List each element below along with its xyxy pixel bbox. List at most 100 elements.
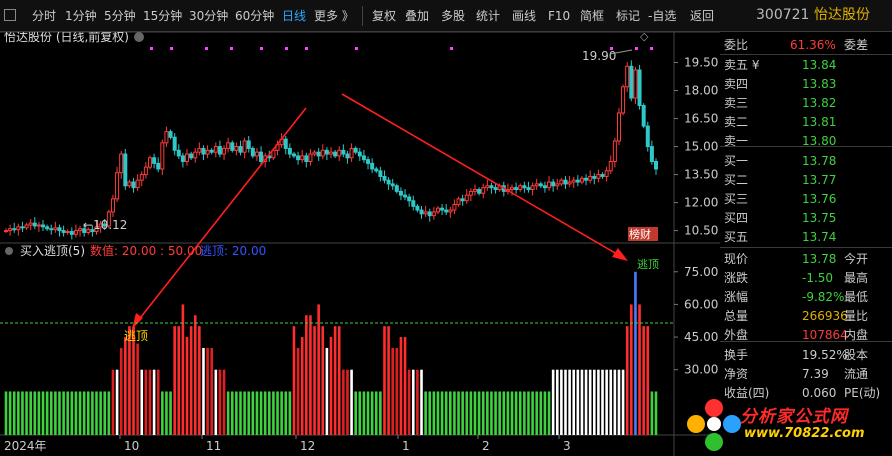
indicator-bar: [292, 326, 296, 435]
candle-body: [24, 224, 29, 229]
candle-body: [629, 65, 634, 99]
indicator-bar: [247, 391, 251, 435]
multi-stock-button[interactable]: 多股: [441, 8, 465, 24]
indicator-bar: [193, 315, 197, 435]
indicator-bar: [181, 304, 185, 435]
quote-row: 卖三 13.82: [720, 94, 892, 112]
quote-row: 买二 13.77: [720, 171, 892, 189]
quote-label-2: 最高: [844, 271, 869, 285]
candle-body: [287, 147, 292, 155]
indicator-bar: [267, 391, 271, 435]
indicator-bar: [654, 391, 658, 435]
draw-line-button[interactable]: 画线: [512, 8, 536, 24]
indicator-settings-icon[interactable]: [5, 247, 13, 255]
indicator-tick-label: 75.00: [684, 265, 718, 279]
candle-body: [353, 147, 358, 153]
candle-body: [185, 153, 190, 163]
period-tab-more[interactable]: 更多 》: [314, 8, 354, 24]
signal-dot: [150, 47, 153, 50]
indicator-bar: [494, 391, 497, 435]
candle-body: [333, 151, 338, 157]
indicator-bar: [259, 391, 263, 435]
adjust-button[interactable]: 复权: [372, 8, 396, 24]
statistics-button[interactable]: 统计: [476, 8, 500, 24]
indicator-bar: [161, 391, 164, 435]
candle-body: [616, 112, 621, 142]
period-tab-30min[interactable]: 30分钟: [189, 8, 228, 24]
signal-dot: [260, 47, 263, 50]
indicator-bar: [411, 369, 415, 435]
candle-body: [571, 179, 576, 183]
panel-settings-icon[interactable]: [134, 32, 144, 42]
candle-body: [530, 185, 535, 191]
candle-body: [259, 151, 264, 163]
candle-body: [147, 157, 152, 168]
toolbar-divider: [362, 6, 363, 26]
time-axis: 2024年 10 11 12 1 2 3: [4, 435, 571, 453]
candle-body: [123, 153, 128, 187]
period-tab-daily[interactable]: 日线: [282, 8, 306, 24]
indicator-bar: [165, 391, 168, 435]
candle-body: [242, 140, 247, 153]
indicator-bar: [305, 315, 308, 435]
period-tab-5min[interactable]: 5分钟: [104, 8, 136, 24]
indicator-bar: [99, 391, 102, 435]
indicator-bar: [103, 391, 107, 435]
indicator-bar: [37, 391, 41, 435]
indicator-bar: [49, 391, 53, 435]
divider: [720, 247, 892, 248]
quote-row: 卖二 13.81: [720, 113, 892, 131]
quote-value: 266936: [802, 309, 848, 323]
kline-chart-area[interactable]: 怡达股份 (日线,前复权) 10.5012.0013.5015.0016.501…: [0, 32, 720, 456]
indicator-bar: [309, 315, 312, 435]
indicator-title: 买入逃顶(5): [20, 244, 85, 258]
candle-body: [542, 185, 547, 189]
indicator-bar: [119, 347, 123, 435]
quote-row: 买三 13.76: [720, 190, 892, 208]
period-tab-intraday[interactable]: 分时: [32, 8, 56, 24]
candle-body: [435, 207, 440, 213]
indicator-bar: [383, 326, 386, 435]
candle-body: [415, 205, 420, 211]
indicator-bar: [66, 391, 70, 435]
simple-frame-button[interactable]: 简框: [580, 8, 604, 24]
overlay-button[interactable]: 叠加: [405, 8, 429, 24]
indicator-bar: [202, 347, 205, 435]
candle-body: [625, 65, 630, 88]
indicator-bar: [634, 271, 637, 435]
time-tick-label: 2024年: [4, 439, 47, 453]
indicator-bar: [432, 391, 436, 435]
indicator-bar: [523, 391, 526, 435]
period-tab-60min[interactable]: 60分钟: [235, 8, 274, 24]
indicator-bar: [514, 391, 518, 435]
indicator-bar: [502, 391, 506, 435]
indicator-bar: [605, 369, 608, 435]
menu-checkbox[interactable]: [4, 9, 16, 21]
indicator-bar: [572, 369, 576, 435]
candlestick-group: [4, 60, 658, 240]
indicator-bar: [473, 391, 477, 435]
indicator-bar: [436, 391, 440, 435]
indicator-bar: [214, 369, 218, 435]
watchlist-label: 自选: [652, 9, 677, 23]
candle-body: [600, 174, 605, 177]
period-tab-1min[interactable]: 1分钟: [65, 8, 97, 24]
indicator-bar: [531, 391, 534, 435]
indicator-bar: [41, 391, 45, 435]
watchlist-toggle[interactable]: -自选: [648, 8, 676, 24]
mark-button[interactable]: 标记: [616, 8, 640, 24]
candle-body: [526, 187, 531, 191]
candle-body: [176, 149, 181, 157]
indicator-bar: [185, 337, 189, 435]
indicator-bar: [70, 391, 74, 435]
indicator-bar: [597, 369, 600, 435]
sell-signal-label: 逃顶: [124, 329, 148, 343]
candle-body: [460, 198, 465, 202]
indicator-bar: [490, 391, 493, 435]
period-tab-15min[interactable]: 15分钟: [143, 8, 182, 24]
time-tick-label: 12: [300, 439, 315, 453]
f10-button[interactable]: F10: [548, 8, 570, 24]
candle-body: [579, 177, 584, 183]
signal-dot: [205, 47, 208, 50]
back-button[interactable]: 返回: [690, 8, 714, 24]
